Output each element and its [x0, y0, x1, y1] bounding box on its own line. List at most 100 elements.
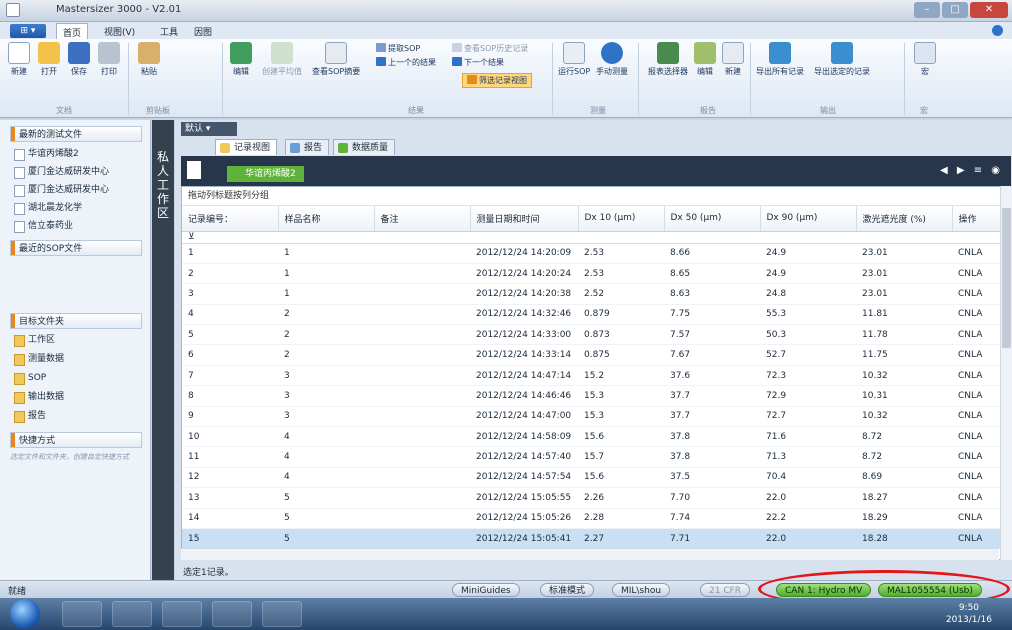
- recent-files-header[interactable]: 最新的测试文件: [10, 126, 142, 142]
- table-row[interactable]: 6 2 2012/12/24 14:33:14 0.875 7.67 52.7 11.75 C…: [182, 344, 1002, 366]
- menu-home[interactable]: 首页: [56, 23, 89, 39]
- report-selector-button[interactable]: 报表选择器: [648, 42, 688, 77]
- new-button[interactable]: 新建: [8, 42, 30, 77]
- export-selected-button[interactable]: 导出选定的记录: [814, 42, 870, 77]
- paste-button[interactable]: 粘贴: [138, 42, 160, 77]
- word-taskbar-icon[interactable]: [262, 601, 302, 627]
- column-header[interactable]: 备注: [374, 206, 471, 232]
- system-clock[interactable]: 9:50 2013/1/16: [946, 602, 992, 626]
- miniguides-button[interactable]: MiniGuides: [452, 583, 520, 597]
- table-row[interactable]: 11 4 2012/12/24 14:57:40 15.7 37.8 71.3 8.72 CN…: [182, 446, 1002, 468]
- filter-cell[interactable]: [664, 231, 760, 244]
- column-header[interactable]: 操作: [952, 206, 1002, 232]
- filter-cell[interactable]: [374, 231, 470, 244]
- view-dropdown[interactable]: 默认 ▾: [181, 122, 237, 136]
- filter-cell[interactable]: [578, 231, 664, 244]
- table-row[interactable]: 15 5 2012/12/24 15:05:41 2.27 7.71 22.0 18.28 C…: [182, 528, 1002, 550]
- filter-row[interactable]: ⊻: [182, 231, 1002, 244]
- tab-data-quality[interactable]: 数据质量: [333, 139, 396, 155]
- folder-report[interactable]: 报告: [14, 408, 46, 424]
- table-row[interactable]: 7 3 2012/12/24 14:47:14 15.2 37.6 72.3 10.32 CN…: [182, 365, 1002, 387]
- folder-sop[interactable]: SOP: [14, 370, 46, 386]
- app-icon[interactable]: [6, 3, 20, 17]
- photo-taskbar-icon[interactable]: [212, 601, 252, 627]
- mode-button[interactable]: 标准模式: [540, 583, 595, 597]
- column-header[interactable]: 记录编号：: [182, 206, 279, 232]
- open-button[interactable]: 打开: [38, 42, 60, 77]
- column-header[interactable]: 激光遮光度 (%): [856, 206, 953, 232]
- document-icon[interactable]: [187, 161, 201, 179]
- user-button[interactable]: MIL\shou: [612, 583, 671, 597]
- create-average-button[interactable]: 创建平均值: [262, 42, 302, 77]
- filter-records-view-button[interactable]: 筛选记录视图: [462, 73, 532, 88]
- filter-cell[interactable]: [760, 231, 856, 244]
- print-button[interactable]: 打印: [98, 42, 120, 77]
- view-sop-summary-button[interactable]: 查看SOP摘要: [312, 42, 360, 77]
- column-header[interactable]: Dx 90 (µm): [760, 206, 857, 232]
- macro-button[interactable]: 宏: [914, 42, 936, 77]
- horizontal-scrollbar[interactable]: [181, 548, 999, 560]
- cfr-button[interactable]: 21 CFR: [700, 583, 751, 597]
- table-row[interactable]: 10 4 2012/12/24 14:58:09 15.6 37.8 71.6 8.72 CN…: [182, 426, 1002, 448]
- menu-help[interactable]: 因图: [194, 25, 212, 38]
- table-row[interactable]: 4 2 2012/12/24 14:32:46 0.879 7.75 55.3 11.81 C…: [182, 304, 1002, 326]
- table-row[interactable]: 12 4 2012/12/24 14:57:54 15.6 37.5 70.4 8.69 CN…: [182, 467, 1002, 489]
- start-button[interactable]: [10, 599, 40, 629]
- app-taskbar-icon[interactable]: [162, 601, 202, 627]
- recent-file-item[interactable]: 华谊丙烯酸2: [14, 146, 79, 162]
- filter-cell[interactable]: [278, 231, 374, 244]
- folder-workspace[interactable]: 工作区: [14, 332, 55, 348]
- tab-record-view[interactable]: 记录视图: [215, 139, 278, 155]
- recent-file-item[interactable]: 湖北晨龙化学: [14, 200, 82, 216]
- table-row[interactable]: 5 2 2012/12/24 14:33:00 0.873 7.57 50.3 11.78 C…: [182, 324, 1002, 346]
- application-menu-button[interactable]: ⊞ ▾: [10, 24, 46, 38]
- table-row[interactable]: 2 1 2012/12/24 14:20:24 2.53 8.65 24.9 23.01 CN…: [182, 263, 1002, 285]
- table-row[interactable]: 3 1 2012/12/24 14:20:38 2.52 8.63 24.8 23.01 CN…: [182, 283, 1002, 305]
- table-row[interactable]: 1 1 2012/12/24 14:20:09 2.53 8.66 24.9 23.01 CN…: [182, 243, 1002, 264]
- minimize-button[interactable]: –: [914, 2, 940, 18]
- recent-file-item[interactable]: 厦门金达威研发中心: [14, 164, 109, 180]
- column-header[interactable]: Dx 50 (µm): [664, 206, 761, 232]
- personal-workspace-tab[interactable]: 私人工作区: [152, 120, 174, 580]
- browser-taskbar-icon[interactable]: [112, 601, 152, 627]
- shortcuts-header[interactable]: 快捷方式: [10, 432, 142, 448]
- folder-output-data[interactable]: 输出数据: [14, 389, 64, 405]
- recent-sop-header[interactable]: 最近的SOP文件: [10, 240, 142, 256]
- help-icon[interactable]: [992, 25, 1003, 36]
- tab-report[interactable]: 报告: [285, 139, 330, 155]
- filter-cell[interactable]: [856, 231, 952, 244]
- edit-report-button[interactable]: 编辑: [694, 42, 716, 77]
- previous-result-button[interactable]: 上一个的结果: [376, 57, 436, 68]
- document-nav-arrows[interactable]: ◀ ▶ ≡ ◉: [940, 165, 1003, 176]
- filter-cell[interactable]: [952, 231, 1002, 244]
- run-sop-button[interactable]: 运行SOP: [558, 42, 590, 77]
- close-button[interactable]: ✕: [970, 2, 1008, 18]
- table-row[interactable]: 14 5 2012/12/24 15:05:26 2.28 7.74 22.2 18.29 C…: [182, 508, 1002, 529]
- recent-file-item[interactable]: 信立泰药业: [14, 218, 73, 234]
- export-all-button[interactable]: 导出所有记录: [756, 42, 804, 77]
- filter-icon[interactable]: ⊻: [182, 231, 278, 244]
- maximize-button[interactable]: □: [942, 2, 968, 18]
- vertical-scrollbar[interactable]: [1000, 186, 1012, 560]
- target-folder-header[interactable]: 目标文件夹: [10, 313, 142, 329]
- new-report-button[interactable]: 新建: [722, 42, 744, 77]
- filter-cell[interactable]: [470, 231, 578, 244]
- table-row[interactable]: 13 5 2012/12/24 15:05:55 2.26 7.70 22.0 18.27 C…: [182, 487, 1002, 509]
- table-row[interactable]: 8 3 2012/12/24 14:46:46 15.3 37.7 72.9 10.31 CN…: [182, 385, 1002, 407]
- file-explorer-taskbar-icon[interactable]: [62, 601, 102, 627]
- recent-file-item[interactable]: 厦门金达威研发中心: [14, 182, 109, 198]
- edit-result-button[interactable]: 编辑: [230, 42, 252, 77]
- next-result-button[interactable]: 下一个结果: [452, 57, 504, 68]
- menu-tools[interactable]: 工具: [160, 25, 178, 38]
- view-sop-history-button[interactable]: 查看SOP历史记录: [452, 43, 528, 54]
- table-row[interactable]: 9 3 2012/12/24 14:47:00 15.3 37.7 72.7 10.32 CN…: [182, 406, 1002, 428]
- scroll-thumb[interactable]: [1002, 208, 1011, 348]
- manual-measure-button[interactable]: 手动测量: [596, 42, 628, 77]
- extract-sop-button[interactable]: 提取SOP: [376, 43, 420, 54]
- column-header[interactable]: Dx 10 (µm): [578, 206, 665, 232]
- document-chip[interactable]: 华谊丙烯酸2: [227, 166, 304, 182]
- save-button[interactable]: 保存: [68, 42, 90, 77]
- column-header[interactable]: 测量日期和时间: [470, 206, 579, 232]
- column-header[interactable]: 样品名称: [278, 206, 375, 232]
- folder-measurement-data[interactable]: 测量数据: [14, 351, 64, 367]
